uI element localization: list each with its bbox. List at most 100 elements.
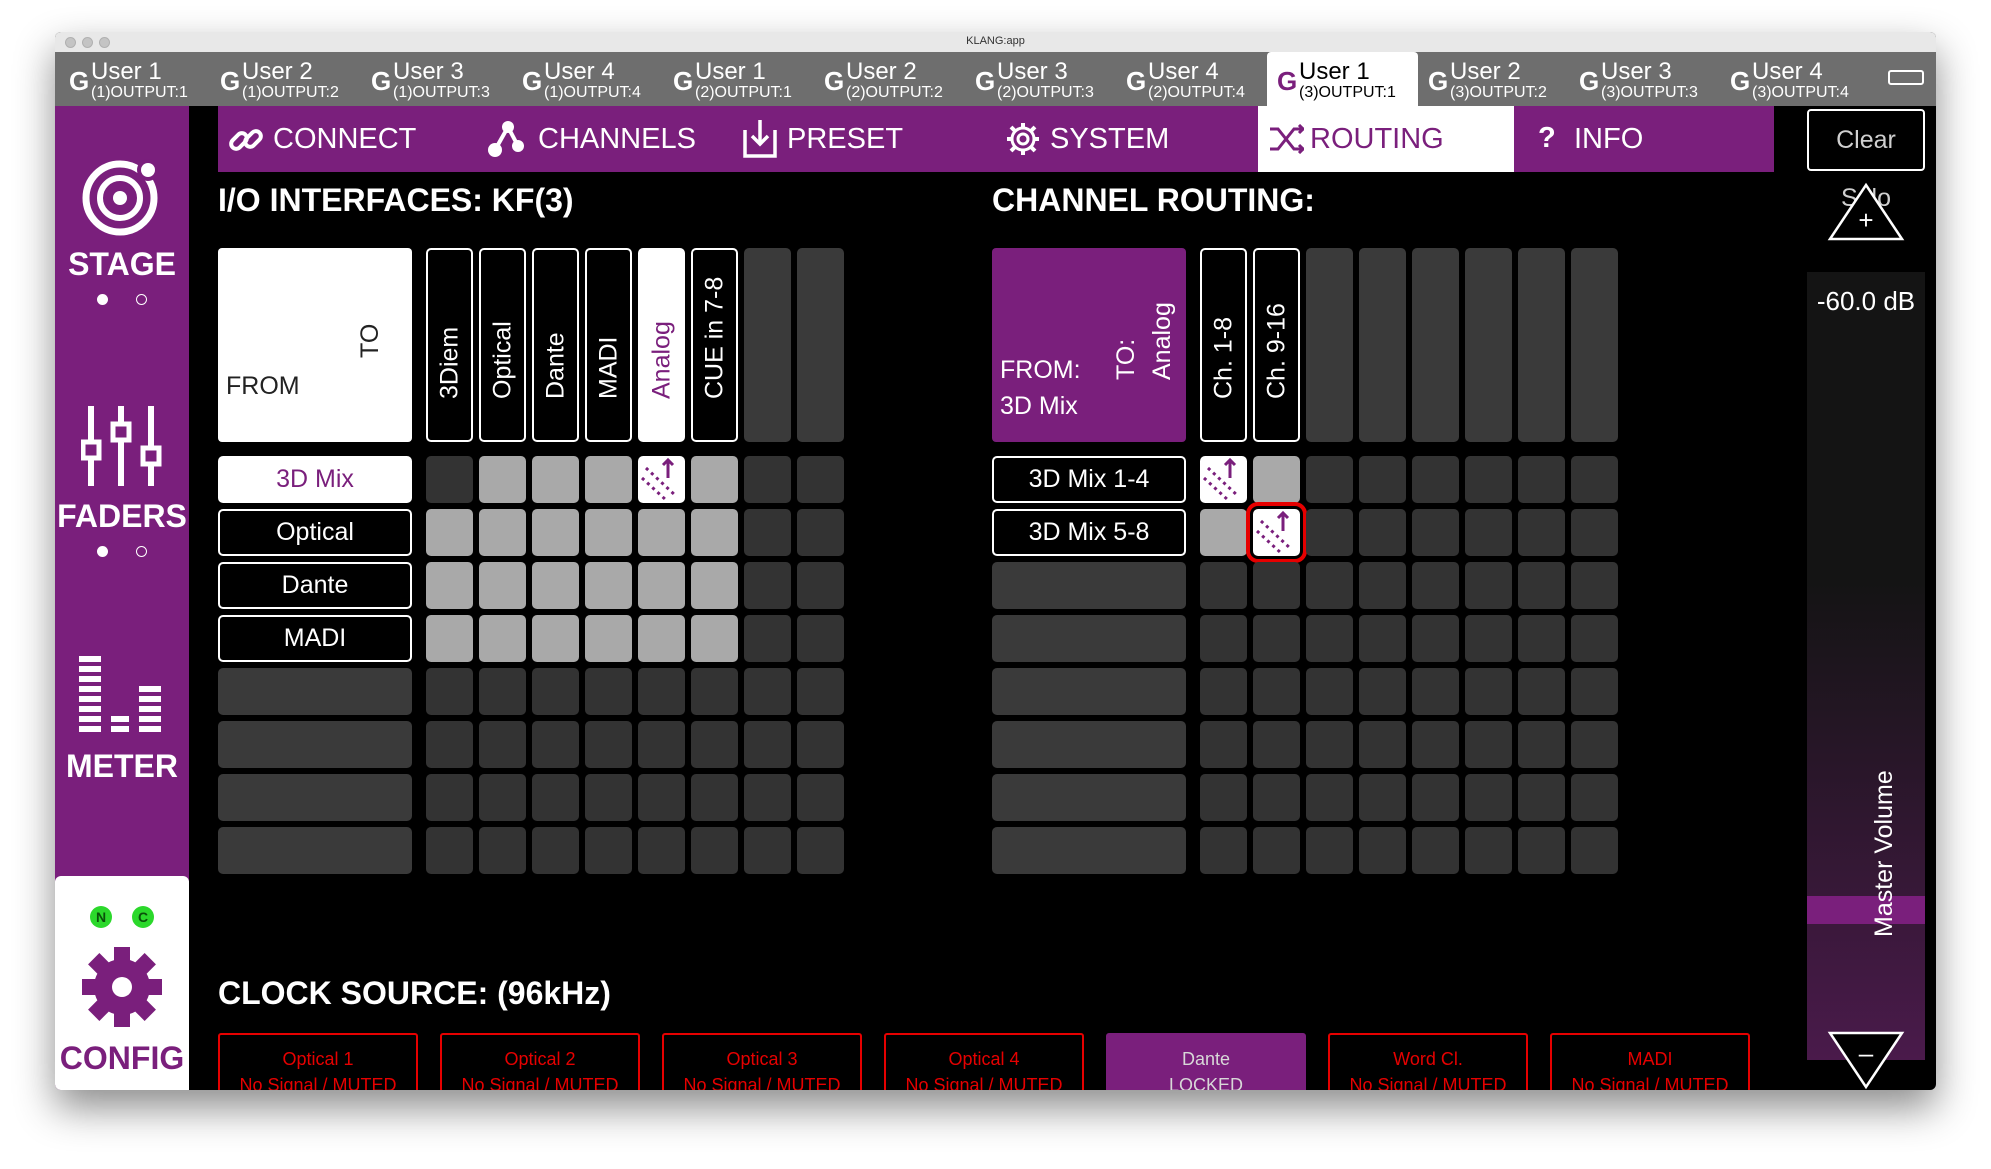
io-crosspoint[interactable] xyxy=(691,562,738,609)
rt-row-3d-mix-5-8[interactable]: 3D Mix 5-8 xyxy=(992,509,1186,556)
io-row-madi[interactable]: MADI xyxy=(218,615,412,662)
io-crosspoint[interactable] xyxy=(638,827,685,874)
rt-crosspoint[interactable] xyxy=(1571,721,1618,768)
io-row-optical[interactable]: Optical xyxy=(218,509,412,556)
io-crosspoint[interactable] xyxy=(585,562,632,609)
io-crosspoint[interactable] xyxy=(638,509,685,556)
rt-row-3d-mix-1-4[interactable]: 3D Mix 1-4 xyxy=(992,456,1186,503)
io-crosspoint[interactable] xyxy=(797,668,844,715)
io-crosspoint[interactable] xyxy=(797,721,844,768)
io-row-dante[interactable]: Dante xyxy=(218,562,412,609)
rt-crosspoint[interactable] xyxy=(1359,456,1406,503)
io-crosspoint[interactable] xyxy=(585,509,632,556)
sidebar-item-stage[interactable]: STAGE xyxy=(55,156,189,306)
io-crosspoint[interactable] xyxy=(797,509,844,556)
io-crosspoint[interactable] xyxy=(479,668,526,715)
user-tab[interactable]: G User 4 (1)OUTPUT:4 xyxy=(512,52,663,106)
io-column-madi[interactable]: MADI xyxy=(585,248,632,442)
rt-crosspoint[interactable] xyxy=(1465,721,1512,768)
clock-source-optical-3[interactable]: Optical 3 No Signal / MUTED xyxy=(662,1033,862,1090)
io-crosspoint[interactable] xyxy=(479,456,526,503)
io-crosspoint[interactable] xyxy=(638,721,685,768)
io-crosspoint[interactable] xyxy=(744,721,791,768)
io-crosspoint[interactable] xyxy=(426,509,473,556)
io-crosspoint[interactable] xyxy=(744,615,791,662)
rt-crosspoint[interactable] xyxy=(1412,562,1459,609)
user-tab[interactable]: G User 2 (1)OUTPUT:2 xyxy=(210,52,361,106)
user-tab[interactable]: G User 2 (3)OUTPUT:2 xyxy=(1418,52,1569,106)
io-crosspoint[interactable] xyxy=(479,774,526,821)
volume-up-button[interactable]: + xyxy=(1827,182,1905,242)
rt-crosspoint[interactable] xyxy=(1465,668,1512,715)
io-crosspoint[interactable] xyxy=(744,827,791,874)
rt-crosspoint[interactable] xyxy=(1518,615,1565,662)
user-tab[interactable]: G User 3 (1)OUTPUT:3 xyxy=(361,52,512,106)
rt-crosspoint[interactable] xyxy=(1306,827,1353,874)
rt-crosspoint[interactable] xyxy=(1200,721,1247,768)
io-crosspoint[interactable] xyxy=(797,615,844,662)
user-tab[interactable]: G User 2 (2)OUTPUT:2 xyxy=(814,52,965,106)
rt-crosspoint[interactable] xyxy=(1571,774,1618,821)
rt-crosspoint[interactable] xyxy=(1571,509,1618,556)
io-crosspoint[interactable] xyxy=(479,562,526,609)
rt-crosspoint[interactable] xyxy=(1465,562,1512,609)
rt-crosspoint[interactable] xyxy=(1518,509,1565,556)
rt-crosspoint[interactable] xyxy=(1200,456,1247,503)
rt-crosspoint[interactable] xyxy=(1200,827,1247,874)
rt-crosspoint[interactable] xyxy=(1306,721,1353,768)
io-column-optical[interactable]: Optical xyxy=(479,248,526,442)
io-crosspoint[interactable] xyxy=(585,774,632,821)
user-tab[interactable]: G User 4 (2)OUTPUT:4 xyxy=(1116,52,1267,106)
rt-crosspoint[interactable] xyxy=(1571,562,1618,609)
rt-crosspoint[interactable] xyxy=(1412,668,1459,715)
io-crosspoint[interactable] xyxy=(691,509,738,556)
tab-preset[interactable]: PRESET xyxy=(728,106,988,172)
io-column-3diem[interactable]: 3Diem xyxy=(426,248,473,442)
io-crosspoint[interactable] xyxy=(585,668,632,715)
rt-crosspoint[interactable] xyxy=(1412,456,1459,503)
rt-crosspoint[interactable] xyxy=(1518,827,1565,874)
rt-crosspoint[interactable] xyxy=(1253,721,1300,768)
rt-crosspoint[interactable] xyxy=(1465,827,1512,874)
rt-crosspoint[interactable] xyxy=(1571,615,1618,662)
rt-crosspoint[interactable] xyxy=(1359,562,1406,609)
user-tab[interactable]: G User 3 (3)OUTPUT:3 xyxy=(1569,52,1720,106)
rt-crosspoint[interactable] xyxy=(1359,721,1406,768)
io-crosspoint[interactable] xyxy=(797,827,844,874)
io-crosspoint[interactable] xyxy=(532,456,579,503)
io-crosspoint[interactable] xyxy=(691,456,738,503)
rt-crosspoint[interactable] xyxy=(1200,774,1247,821)
io-crosspoint[interactable] xyxy=(744,456,791,503)
rt-crosspoint[interactable] xyxy=(1306,456,1353,503)
rt-crosspoint[interactable] xyxy=(1465,615,1512,662)
io-crosspoint[interactable] xyxy=(479,827,526,874)
clear-solo-button[interactable]: Clear Solo xyxy=(1807,109,1925,212)
io-crosspoint[interactable] xyxy=(691,668,738,715)
master-volume-handle[interactable] xyxy=(1807,896,1925,924)
io-crosspoint[interactable] xyxy=(532,774,579,821)
rt-crosspoint[interactable] xyxy=(1359,774,1406,821)
io-crosspoint[interactable] xyxy=(638,562,685,609)
rt-crosspoint[interactable] xyxy=(1253,668,1300,715)
io-crosspoint[interactable] xyxy=(797,562,844,609)
rt-crosspoint[interactable] xyxy=(1200,615,1247,662)
clock-source-madi[interactable]: MADI No Signal / MUTED xyxy=(1550,1033,1750,1090)
clock-source-dante[interactable]: Dante LOCKED xyxy=(1106,1033,1306,1090)
rt-crosspoint[interactable] xyxy=(1359,827,1406,874)
rt-crosspoint[interactable] xyxy=(1518,456,1565,503)
user-tab[interactable]: G User 1 (3)OUTPUT:1 xyxy=(1267,52,1418,106)
rt-crosspoint[interactable] xyxy=(1412,615,1459,662)
io-crosspoint[interactable] xyxy=(744,774,791,821)
io-crosspoint[interactable] xyxy=(426,456,473,503)
rt-crosspoint[interactable] xyxy=(1253,827,1300,874)
io-crosspoint[interactable] xyxy=(691,721,738,768)
io-crosspoint[interactable] xyxy=(426,668,473,715)
rt-crosspoint-highlighted[interactable] xyxy=(1246,502,1307,563)
io-crosspoint[interactable] xyxy=(797,774,844,821)
rt-crosspoint[interactable] xyxy=(1253,615,1300,662)
rt-crosspoint[interactable] xyxy=(1306,562,1353,609)
rt-crosspoint[interactable] xyxy=(1200,668,1247,715)
rt-crosspoint[interactable] xyxy=(1359,509,1406,556)
io-crosspoint[interactable] xyxy=(744,509,791,556)
rt-crosspoint[interactable] xyxy=(1412,509,1459,556)
